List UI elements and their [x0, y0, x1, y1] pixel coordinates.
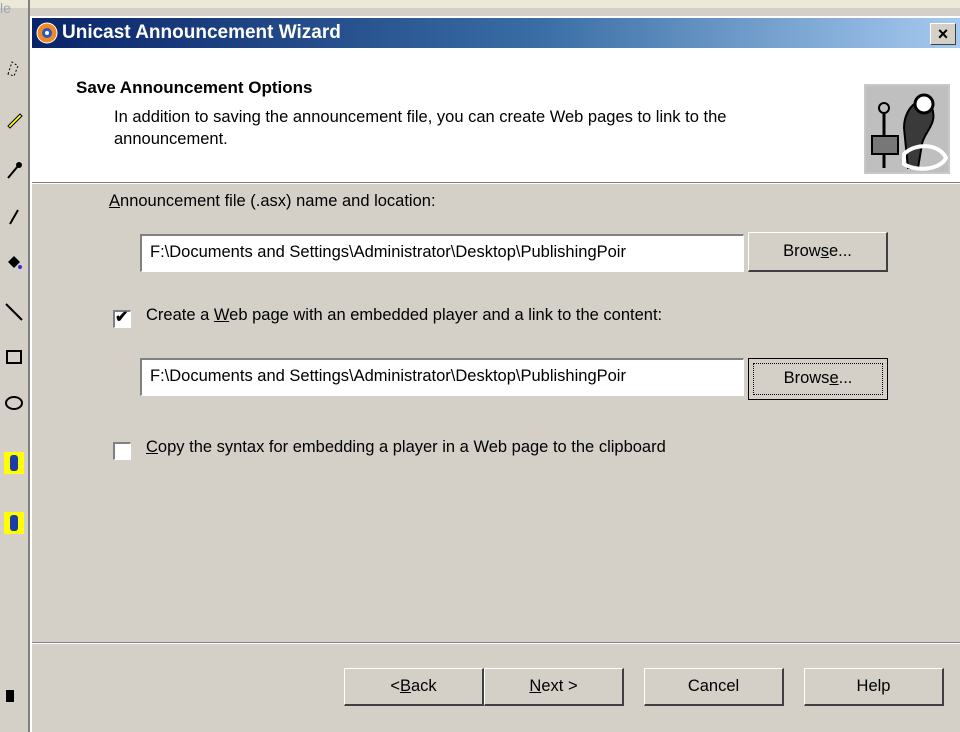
label-accelerator: N: [529, 677, 542, 695]
label-accelerator: C: [146, 438, 158, 456]
create-webpage-label[interactable]: Create a Web page with an embedded playe…: [146, 306, 662, 325]
label-part: opy the syntax for embedding a player in…: [157, 438, 666, 456]
label-accelerator: A: [109, 192, 121, 210]
copy-syntax-label[interactable]: Copy the syntax for embedding a player i…: [146, 438, 666, 457]
label-part: Create a: [146, 306, 214, 324]
ellipse-icon[interactable]: [4, 392, 24, 414]
close-button[interactable]: ×: [930, 23, 956, 45]
button-label: Browse...: [783, 233, 852, 269]
color-picker-icon[interactable]: [4, 160, 24, 182]
close-icon: ×: [937, 24, 949, 44]
freeform-select-icon[interactable]: [4, 58, 24, 80]
help-button[interactable]: Help: [804, 668, 944, 706]
app-icon: [36, 22, 58, 44]
title-bar[interactable]: Unicast Announcement Wizard ×: [32, 18, 960, 48]
announcement-file-label: Announcement file (.asx) name and locati…: [109, 192, 436, 211]
tool-icon[interactable]: [4, 452, 24, 474]
label-accelerator: s: [820, 242, 829, 260]
label-part: e...: [828, 242, 852, 260]
label-part: ack: [410, 677, 437, 695]
focus-rectangle: [753, 363, 883, 395]
wizard-dialog: Unicast Announcement Wizard × Save Annou…: [30, 16, 960, 732]
rectangle-icon[interactable]: [4, 346, 24, 368]
back-button[interactable]: < Back: [344, 668, 484, 706]
fill-icon[interactable]: [4, 250, 24, 272]
eraser-icon[interactable]: [4, 108, 24, 130]
webpage-path-field[interactable]: F:\Documents and Settings\Administrator\…: [140, 358, 744, 396]
window-title: Unicast Announcement Wizard: [62, 22, 341, 43]
browse-webpage-button[interactable]: Browse...: [748, 358, 888, 400]
next-button[interactable]: Next >: [484, 668, 624, 706]
create-webpage-checkbox[interactable]: ✔: [113, 309, 131, 328]
label-part: <: [390, 677, 400, 695]
label-part: ext >: [541, 677, 578, 695]
copy-syntax-checkbox[interactable]: [113, 442, 131, 460]
page-description: In addition to saving the announcement f…: [114, 108, 727, 148]
button-label: Cancel: [687, 677, 740, 695]
announcement-path-field[interactable]: F:\Documents and Settings\Administrator\…: [140, 234, 744, 272]
button-label: Help: [856, 677, 891, 695]
label-accelerator: W: [213, 306, 230, 324]
button-label: Next >: [529, 669, 577, 703]
browse-announcement-button[interactable]: Browse...: [748, 232, 888, 272]
tool-icon[interactable]: [4, 512, 24, 534]
background-label: le: [0, 0, 11, 16]
label-part: Brow: [783, 242, 821, 260]
pencil-icon[interactable]: [4, 206, 24, 228]
line-icon[interactable]: [4, 300, 24, 322]
color-swatch-icon[interactable]: [4, 680, 24, 702]
background-toolbox: le: [0, 0, 960, 732]
header-divider-highlight: [32, 183, 960, 184]
checkmark-icon: ✔: [115, 309, 129, 326]
cancel-button[interactable]: Cancel: [644, 668, 784, 706]
wizard-header: Save Announcement Options In addition to…: [32, 48, 960, 182]
button-label: < Back: [390, 669, 436, 703]
wizard-logo-icon: [864, 84, 950, 174]
footer-divider-highlight: [32, 643, 960, 644]
label-part: nnouncement file (.asx) name and locatio…: [120, 192, 436, 210]
background-top-strip: [0, 0, 960, 8]
label-part: eb page with an embedded player and a li…: [229, 306, 663, 324]
page-title: Save Announcement Options: [76, 78, 313, 97]
label-accelerator: B: [399, 677, 411, 695]
